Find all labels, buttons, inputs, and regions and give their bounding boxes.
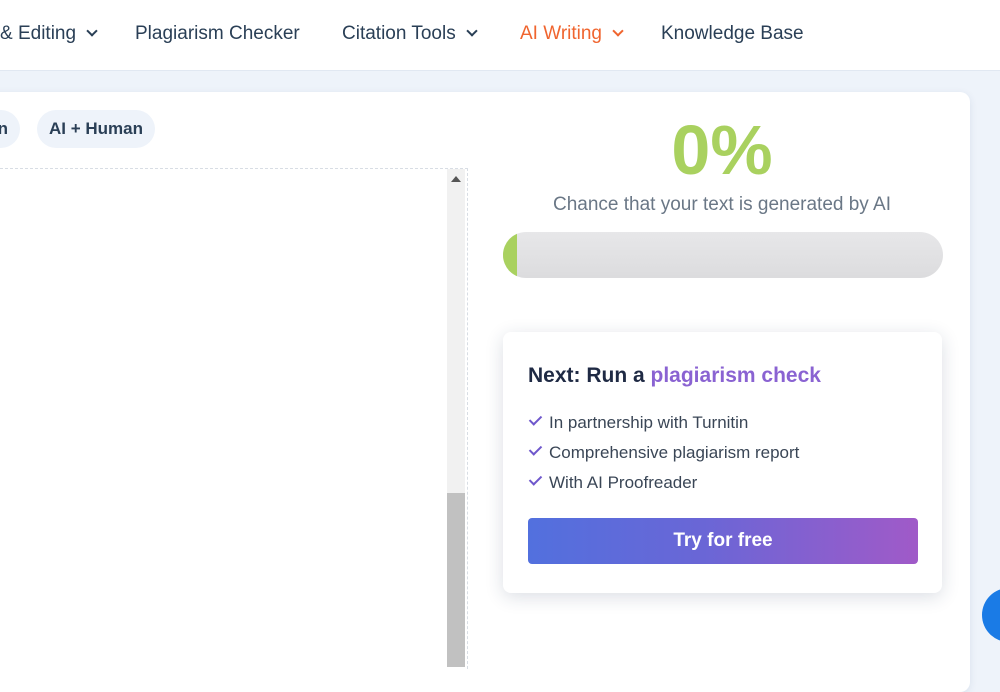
top-navigation: & Editing Plagiarism Checker Citation To… bbox=[0, 0, 1000, 71]
promo-feature: With AI Proofreader bbox=[528, 472, 697, 494]
scrollbar-thumb[interactable] bbox=[447, 493, 465, 667]
mode-chip-ai-human[interactable]: AI + Human bbox=[37, 110, 155, 148]
chat-bubble-icon[interactable] bbox=[982, 588, 1000, 642]
nav-item-knowledge-base[interactable]: Knowledge Base bbox=[661, 22, 804, 46]
nav-item-editing[interactable]: & Editing bbox=[0, 22, 98, 46]
nav-item-label: AI Writing bbox=[520, 23, 603, 44]
promo-feature-label: In partnership with Turnitin bbox=[549, 413, 749, 432]
chevron-down-icon bbox=[612, 25, 624, 37]
promo-feature: In partnership with Turnitin bbox=[528, 412, 748, 434]
nav-item-citation-tools[interactable]: Citation Tools bbox=[342, 22, 478, 46]
mode-chip-label: n bbox=[0, 119, 8, 138]
promo-feature-label: With AI Proofreader bbox=[549, 473, 698, 492]
promo-feature: Comprehensive plagiarism report bbox=[528, 442, 799, 464]
promo-feature-label: Comprehensive plagiarism report bbox=[549, 443, 800, 462]
text-editor[interactable] bbox=[0, 168, 468, 669]
mode-chip-label: AI + Human bbox=[49, 119, 143, 138]
checkmark-icon bbox=[528, 472, 543, 486]
nav-item-label: Citation Tools bbox=[342, 23, 456, 44]
nav-item-label: Knowledge Base bbox=[661, 23, 804, 44]
nav-item-label: & Editing bbox=[0, 23, 77, 44]
ai-percentage: 0% bbox=[671, 111, 773, 189]
nav-item-ai-writing[interactable]: AI Writing bbox=[520, 22, 624, 46]
checkmark-icon bbox=[528, 442, 543, 456]
chevron-down-icon bbox=[466, 25, 478, 37]
promo-title: Next: Run a plagiarism check bbox=[528, 363, 821, 389]
triangle-up-icon[interactable] bbox=[451, 176, 461, 182]
promo-title-prefix: Next: Run a bbox=[528, 364, 651, 387]
chevron-down-icon bbox=[86, 25, 98, 37]
nav-item-plagiarism-checker[interactable]: Plagiarism Checker bbox=[135, 22, 300, 46]
ai-probability-bar-fill bbox=[503, 232, 517, 278]
ai-probability-bar bbox=[503, 232, 943, 278]
try-for-free-button[interactable]: Try for free bbox=[528, 518, 918, 564]
promo-title-highlight: plagiarism check bbox=[650, 364, 821, 387]
checkmark-icon bbox=[528, 412, 543, 426]
nav-item-label: Plagiarism Checker bbox=[135, 23, 300, 44]
ai-chance-caption: Chance that your text is generated by AI bbox=[553, 194, 891, 215]
